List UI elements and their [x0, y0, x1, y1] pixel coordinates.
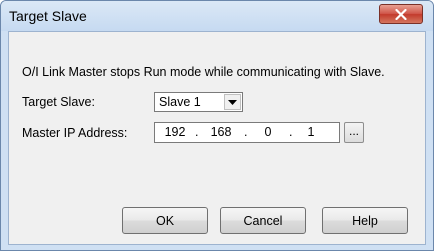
close-button[interactable] [379, 4, 423, 24]
help-button[interactable]: Help [322, 207, 408, 234]
close-icon [395, 8, 407, 20]
cancel-button[interactable]: Cancel [220, 207, 306, 234]
ok-button[interactable]: OK [122, 207, 208, 234]
window-title: Target Slave [9, 8, 87, 24]
master-ip-label: Master IP Address: [22, 126, 128, 140]
ip-octet-1[interactable]: 192 [161, 125, 189, 139]
ip-dot-2: . [244, 125, 248, 139]
ip-dot-1: . [195, 125, 199, 139]
dialog-window: Target Slave O/I Link Master stops Run m… [0, 0, 434, 251]
info-message: O/I Link Master stops Run mode while com… [22, 65, 385, 79]
target-slave-value: Slave 1 [159, 95, 201, 109]
ip-octet-4[interactable]: 1 [297, 125, 325, 139]
ip-dot-3: . [289, 125, 293, 139]
title-bar[interactable]: Target Slave [1, 1, 433, 31]
target-slave-select[interactable]: Slave 1 [154, 92, 243, 112]
dialog-body: O/I Link Master stops Run mode while com… [8, 31, 426, 245]
ip-octet-3[interactable]: 0 [254, 125, 282, 139]
target-slave-label: Target Slave: [22, 95, 95, 109]
ip-octet-2[interactable]: 168 [207, 125, 235, 139]
dropdown-button[interactable] [224, 94, 241, 110]
browse-button[interactable]: ... [344, 122, 364, 143]
master-ip-address-field[interactable]: 192 . 168 . 0 . 1 [154, 122, 340, 143]
chevron-down-icon [228, 99, 237, 105]
